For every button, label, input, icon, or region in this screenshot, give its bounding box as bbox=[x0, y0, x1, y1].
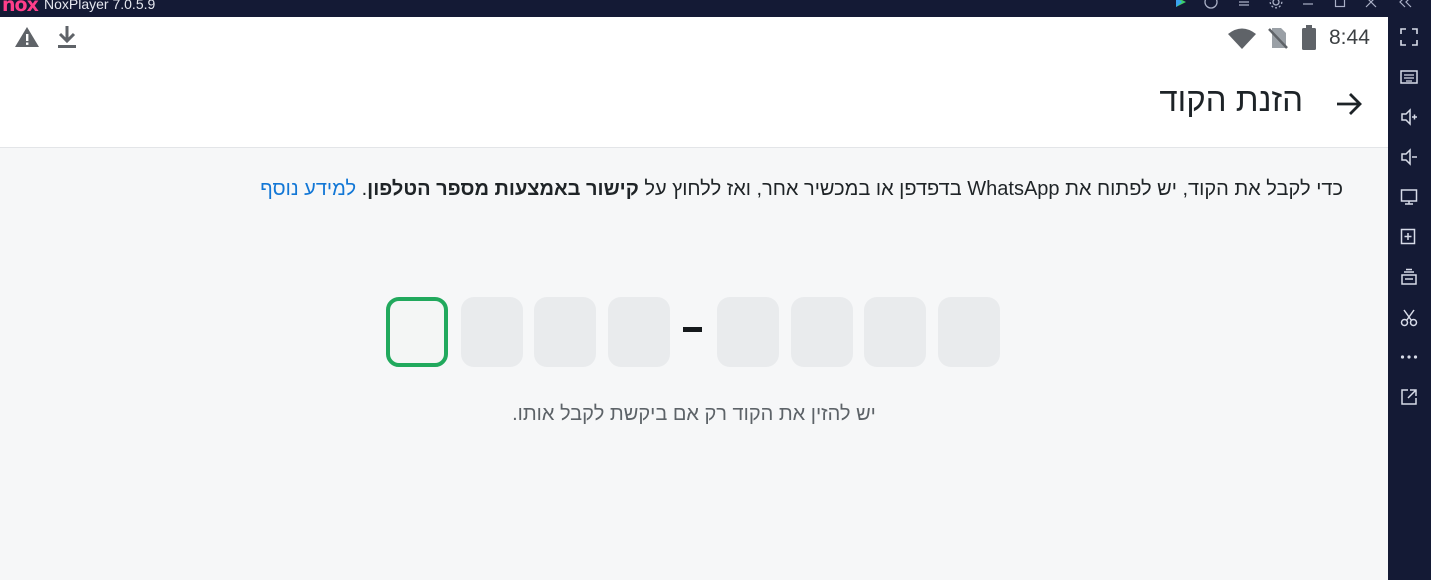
emulator-toolbar bbox=[1388, 17, 1431, 580]
instructions-part1: כדי לקבל את הקוד, יש לפתוח את WhatsApp ב… bbox=[638, 178, 1343, 200]
popout-icon[interactable] bbox=[1398, 386, 1420, 408]
code-note: יש להזין את הקוד רק אם ביקשת לקבל אותו. bbox=[512, 403, 876, 425]
settings-icon[interactable] bbox=[1267, 0, 1285, 13]
volume-up-icon[interactable] bbox=[1398, 106, 1420, 128]
status-clock: 8:44 bbox=[1329, 26, 1370, 49]
maximize-icon[interactable] bbox=[1331, 0, 1349, 13]
help-icon[interactable] bbox=[1202, 0, 1220, 13]
menu-icon[interactable] bbox=[1235, 0, 1253, 13]
code-digit-box[interactable] bbox=[791, 297, 853, 367]
wifi-icon bbox=[1227, 28, 1257, 55]
minimize-icon[interactable] bbox=[1299, 0, 1317, 13]
no-sim-icon bbox=[1267, 26, 1289, 55]
warning-icon bbox=[14, 26, 40, 53]
code-digit-box[interactable] bbox=[386, 297, 448, 367]
emulator-title: NoxPlayer 7.0.5.9 bbox=[44, 0, 156, 12]
screenshot-cut-icon[interactable] bbox=[1398, 307, 1420, 329]
volume-down-icon[interactable] bbox=[1398, 146, 1420, 168]
instructions-bold: קישור באמצעות מספר הטלפון bbox=[367, 178, 639, 200]
multi-instance-icon[interactable] bbox=[1398, 266, 1420, 288]
app-bar: הזנת הקוד bbox=[0, 59, 1388, 148]
play-store-icon[interactable] bbox=[1172, 0, 1190, 13]
screen-icon[interactable] bbox=[1398, 186, 1420, 208]
android-status-bar: 8:44 bbox=[0, 17, 1388, 59]
code-digit-box[interactable] bbox=[608, 297, 670, 367]
add-apk-icon[interactable] bbox=[1398, 226, 1420, 248]
instructions-text: כדי לקבל את הקוד, יש לפתוח את WhatsApp ב… bbox=[260, 178, 1343, 201]
emulator-title-bar: nox NoxPlayer 7.0.5.9 bbox=[0, 0, 1431, 17]
arrow-back-icon[interactable] bbox=[1334, 89, 1364, 119]
collapse-icon[interactable] bbox=[1396, 0, 1414, 13]
code-digit-box[interactable] bbox=[717, 297, 779, 367]
code-separator bbox=[683, 327, 702, 332]
download-icon bbox=[56, 25, 78, 54]
code-digit-box[interactable] bbox=[938, 297, 1000, 367]
code-digit-box[interactable] bbox=[461, 297, 523, 367]
keyboard-icon[interactable] bbox=[1398, 65, 1420, 87]
code-digit-box[interactable] bbox=[864, 297, 926, 367]
battery-icon bbox=[1301, 25, 1317, 56]
page-title: הזנת הקוד bbox=[1159, 81, 1303, 118]
code-digit-box[interactable] bbox=[534, 297, 596, 367]
more-icon[interactable] bbox=[1398, 346, 1420, 368]
learn-more-link[interactable]: למידע נוסף bbox=[260, 178, 356, 200]
close-icon[interactable] bbox=[1362, 0, 1380, 13]
fullscreen-icon[interactable] bbox=[1398, 26, 1420, 48]
nox-logo: nox bbox=[2, 0, 39, 16]
